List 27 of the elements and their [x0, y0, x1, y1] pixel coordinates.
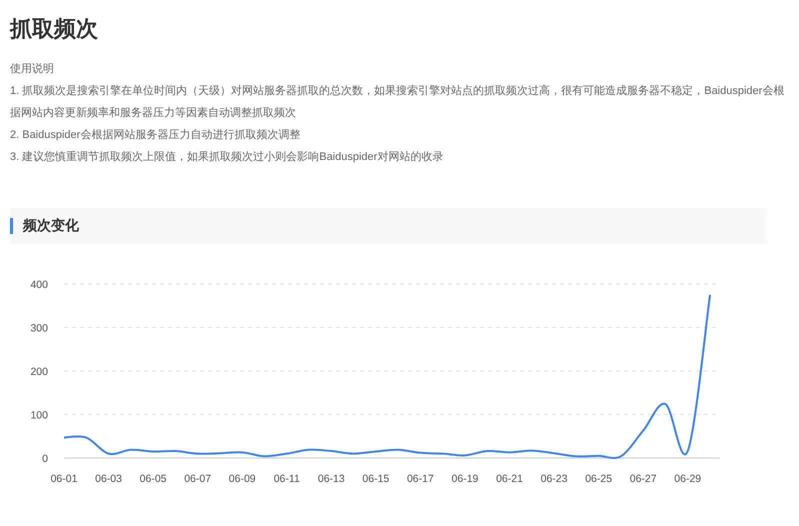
x-tick-label: 06-11	[274, 473, 300, 485]
x-tick-label: 06-23	[540, 473, 568, 485]
x-tick-label: 06-19	[452, 473, 478, 485]
x-tick-label: 06-15	[362, 473, 390, 485]
y-tick-label: 0	[42, 453, 48, 465]
instructions-heading: 使用说明	[10, 62, 55, 77]
y-tick-label: 100	[30, 410, 48, 422]
section-title: 频次变化	[23, 217, 79, 235]
x-tick-label: 06-25	[585, 473, 612, 485]
x-tick-label: 06-09	[228, 473, 256, 485]
accent-bar	[10, 218, 13, 234]
x-tick-label: 06-21	[496, 473, 523, 485]
instruction-text: 2. Baiduspider会根据网站服务器压力自动进行抓取频次调整	[10, 128, 302, 143]
x-tick-label: 06-03	[95, 473, 122, 485]
x-tick-label: 06-17	[406, 473, 434, 485]
y-tick-label: 400	[30, 279, 48, 291]
instruction-text: 1. 抓取频次是搜索引擎在单位时间内（天级）对网站服务器抓取的总次数，如果搜索引擎对站点的抓取频次过高，很有可能造成服务器不稳定，Baiduspider会根据网站内容更新频率和服务器压力等因素自动调整抓取频次	[10, 84, 786, 121]
instruction-text: 3. 建议您慎重调节抓取频次上限值，如果抓取频次过小则会影响Baiduspider对网站的收录	[10, 150, 444, 165]
x-tick-label: 06-07	[184, 473, 212, 485]
x-tick-label: 06-05	[140, 473, 167, 485]
y-tick-label: 200	[30, 366, 48, 378]
x-tick-label: 06-13	[318, 473, 345, 485]
x-tick-label: 06-27	[630, 473, 657, 485]
page-title: 抓取频次	[10, 15, 99, 43]
y-tick-label: 300	[30, 322, 48, 334]
x-tick-label: 06-01	[50, 473, 78, 485]
x-tick-label: 06-29	[674, 473, 702, 485]
